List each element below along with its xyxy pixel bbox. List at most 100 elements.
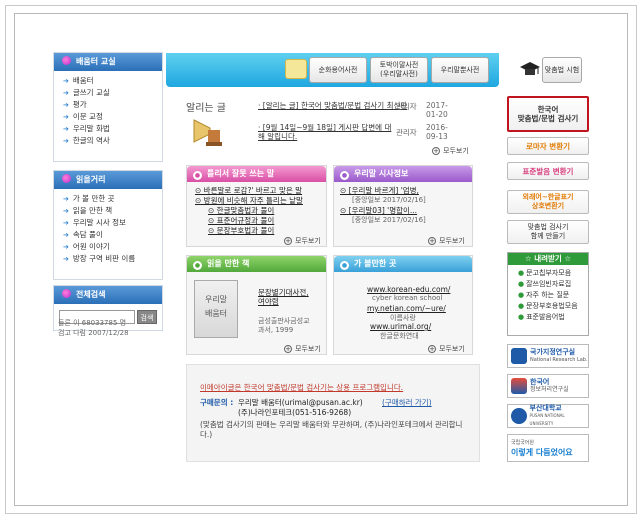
- purchase-line: 이메아이글은 한국어 맞춤법/문법 검사기는 상용 프로그램입니다.: [200, 383, 404, 392]
- site-desc: cyber korean school: [372, 294, 443, 302]
- plus-icon: +: [432, 147, 440, 155]
- menu-box-reading: 읽을거리 ➔ 가 볼 만한 곳 ➔ 읽을 만한 책 ➔ 우리말 시사 정보 ➔ 속담 풀…: [53, 170, 163, 280]
- notice-author: 관리자: [396, 102, 417, 111]
- download-link[interactable]: ● 표준발음어법: [508, 312, 588, 323]
- bullet-icon: [62, 289, 71, 298]
- menu-item[interactable]: ➔ 글쓰기 교실: [54, 87, 162, 99]
- tab-spelling-test[interactable]: 맞춤법 시험: [542, 57, 582, 83]
- search-header: 전체검색: [54, 286, 162, 304]
- arrow-icon: ➔: [63, 137, 69, 145]
- korean-lab-logo-icon: [511, 378, 527, 394]
- bullet-icon: ●: [518, 280, 525, 288]
- notice-author: 관리자: [396, 128, 417, 137]
- arrow-icon: ➔: [63, 219, 69, 227]
- panel-title: ● 우리말 시사정보: [334, 166, 472, 182]
- bullet-icon: ●: [518, 302, 525, 310]
- panel-link[interactable]: ⊙ 문장부호법과 풀이: [208, 225, 274, 236]
- book-author[interactable]: 여야렴: [258, 296, 279, 307]
- arrow-icon: ➔: [63, 255, 69, 263]
- menu-item[interactable]: ➔ 평가: [54, 99, 162, 111]
- download-link[interactable]: ● 자주 하는 질문: [508, 290, 588, 301]
- menu-item[interactable]: ➔ 가 볼 만한 곳: [54, 193, 162, 205]
- download-link[interactable]: ● 문장부호용법모음: [508, 301, 588, 312]
- logo-korean-lab[interactable]: 한국어 정보처리연구실: [507, 374, 589, 398]
- tab-refined-dictionary[interactable]: 순화용어사전: [309, 57, 367, 83]
- arrow-icon: ➔: [63, 89, 69, 97]
- downloads-title: ☆ 내려받기 ☆: [508, 253, 588, 265]
- site-link[interactable]: www.urimal.org/: [370, 322, 431, 331]
- site-link[interactable]: my.netian.com/~ure/: [367, 304, 446, 313]
- arrow-icon: ➔: [63, 231, 69, 239]
- arrow-icon: ➔: [63, 207, 69, 215]
- lab-logo-icon: [511, 348, 527, 364]
- loanword-converter-button[interactable]: 외래어~한글표기 상호변환기: [507, 190, 589, 214]
- circle-icon: ●: [340, 171, 349, 180]
- plus-icon: +: [428, 345, 436, 353]
- menu-item[interactable]: ➔ 배움터: [54, 75, 162, 87]
- plus-icon: +: [428, 237, 436, 245]
- notice-date: 2016-09-13: [426, 123, 448, 141]
- menu-header-reading: 읽을거리: [54, 171, 162, 189]
- build-together-button[interactable]: 맞춤법 검사기 함께 만들기: [507, 220, 589, 244]
- notice-item[interactable]: · [9월 14일~9월 18일] 게시판 답변에 대해 알립니다.: [258, 123, 398, 141]
- panel-more-link[interactable]: + 모두보기: [284, 236, 321, 246]
- panel-more-link[interactable]: + 모두보기: [284, 344, 321, 354]
- menu-item[interactable]: ➔ 우리말 화법: [54, 123, 162, 135]
- notice-item[interactable]: · [알리는 글] 한국어 맞춤법/문법 검사기 최신판: [258, 101, 418, 110]
- logo-national-lab[interactable]: 국가지정연구실 National Research Lab.: [507, 344, 589, 368]
- menu-item[interactable]: ➔ 읽을 만한 책: [54, 205, 162, 217]
- book-icon: [285, 59, 307, 79]
- visit-counter: 들른 이 68033785 명 검고 다림 2007/12/28: [58, 319, 129, 337]
- menu-item[interactable]: ➔ 어원 이야기: [54, 241, 162, 253]
- download-link[interactable]: ● 문고칩부자모음: [508, 268, 588, 279]
- circle-icon: ●: [193, 171, 202, 180]
- arrow-icon: ➔: [63, 101, 69, 109]
- panel-more-link[interactable]: + 모두보기: [428, 236, 465, 246]
- site-desc: 한글문화연대: [380, 332, 419, 340]
- site-link[interactable]: www.korean-edu.com/: [367, 285, 450, 294]
- bullet-icon: ●: [518, 269, 525, 277]
- menu-item[interactable]: ➔ 우리말 시사 정보: [54, 217, 162, 229]
- panel-title: ● 틀리서 잘못 쓰는 말: [187, 166, 326, 182]
- circle-icon: ●: [340, 261, 349, 270]
- notice-date: 2017-01-20: [426, 101, 448, 119]
- panel-title: ● 읽을 만한 책: [187, 256, 326, 272]
- menu-item[interactable]: ➔ 속담 풀이: [54, 229, 162, 241]
- arrow-icon: ➔: [63, 113, 69, 121]
- bullet-icon: [62, 56, 71, 65]
- circle-icon: ●: [193, 261, 202, 270]
- menu-item[interactable]: ➔ 방장 구역 비판 이름: [54, 253, 162, 265]
- bullet-icon: [62, 174, 71, 183]
- purchase-link[interactable]: (구매하러 가기): [382, 397, 432, 408]
- menu-box-learning: 배움터 교실 ➔ 배움터 ➔ 글쓰기 교실 ➔ 평가 ➔ 이문 교정 ➔ 우리말 화법 ➔…: [53, 52, 163, 162]
- logo-refined-words[interactable]: 국립국어원 이렇게 다듬었어요: [507, 434, 589, 462]
- panel-more-link[interactable]: + 모두보기: [428, 344, 465, 354]
- menu-header-learning: 배움터 교실: [54, 53, 162, 71]
- arrow-icon: ➔: [63, 195, 69, 203]
- notice-more-link[interactable]: + 모두보기: [432, 146, 469, 156]
- search-button[interactable]: 검색: [137, 310, 157, 324]
- plus-icon: +: [284, 345, 292, 353]
- arrow-icon: ➔: [63, 77, 69, 85]
- contact-label: 구매문의 :: [200, 398, 234, 407]
- university-seal-icon: [511, 408, 527, 424]
- logo-pusan-univ[interactable]: 부산대학교 PUSAN NATIONAL UNIVERSITY: [507, 404, 589, 428]
- spell-checker-button[interactable]: 한국어 맞춤법/문법 검사기: [507, 96, 589, 132]
- disclaimer: (맞춤법 검사기의 판매는 우리말 배움터와 무관하며, (주)나라인포테크에서…: [200, 420, 463, 439]
- contact-2: (주)나라인포테크(051-516-9268): [238, 408, 352, 417]
- book-cover[interactable]: 우리말 배움터: [194, 280, 238, 338]
- panel-source: [중앙일보 2017/02/16]: [352, 196, 426, 204]
- tab-native-dictionary[interactable]: 토박이말사전 (우리말사전): [370, 57, 428, 83]
- arrow-icon: ➔: [63, 243, 69, 251]
- tab-word-dictionary[interactable]: 우리말뿐사전: [431, 57, 489, 83]
- plus-icon: +: [284, 237, 292, 245]
- download-link[interactable]: ● 잘쓰임빈자료집: [508, 279, 588, 290]
- menu-item[interactable]: ➔ 이문 교정: [54, 111, 162, 123]
- graduation-cap-icon: [520, 62, 540, 75]
- menu-item[interactable]: ➔ 한글의 역사: [54, 135, 162, 147]
- pronunciation-button[interactable]: 표준발음 변환기: [507, 162, 589, 180]
- downloads-box: ☆ 내려받기 ☆ ● 문고칩부자모음 ● 잘쓰임빈자료집 ● 자주 하는 질문 ● 문장…: [507, 252, 589, 336]
- romanizer-button[interactable]: 로마자 변환기: [507, 137, 589, 155]
- gramophone-icon: [193, 119, 222, 146]
- panel-source: [중앙일보 2017/02/16]: [352, 216, 426, 224]
